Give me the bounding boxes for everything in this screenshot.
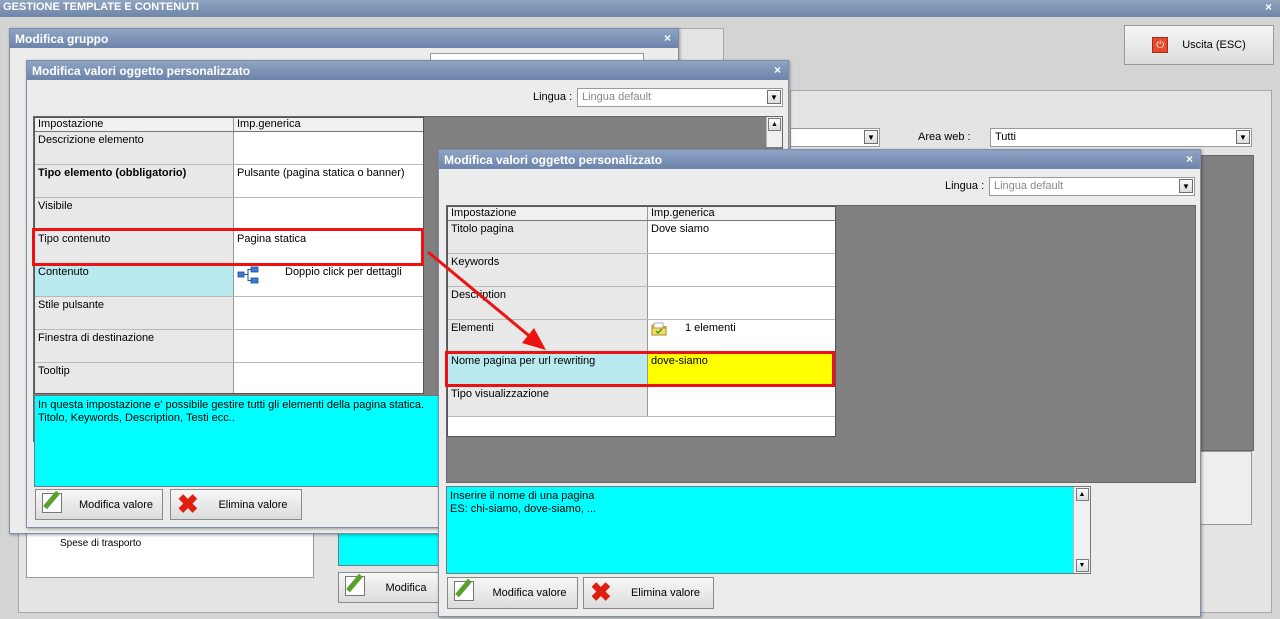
annotation-arrow: [427, 250, 546, 350]
